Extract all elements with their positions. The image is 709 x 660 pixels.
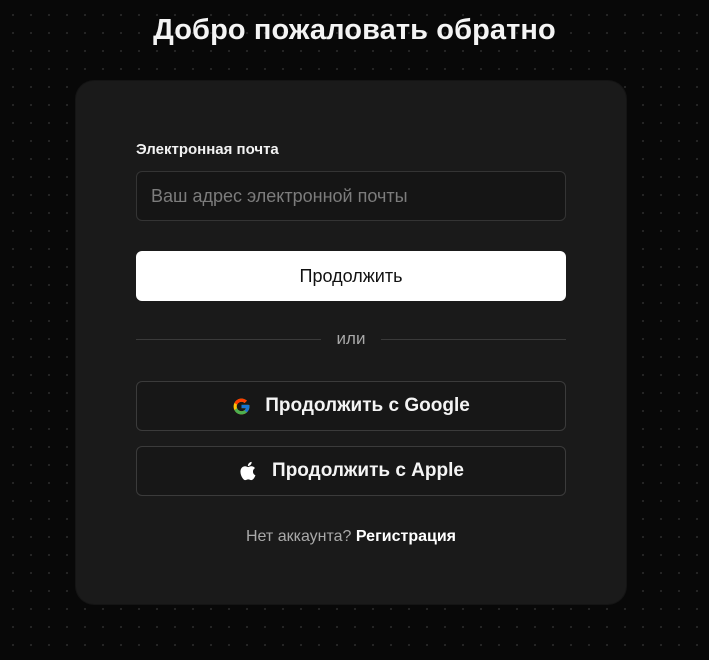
login-card: Электронная почта Продолжить или Продолж… — [76, 81, 626, 604]
signup-link[interactable]: Регистрация — [356, 528, 456, 545]
continue-button[interactable]: Продолжить — [136, 251, 566, 301]
divider-line-right — [381, 338, 567, 340]
apple-icon — [238, 460, 258, 482]
divider-text: или — [336, 329, 366, 348]
no-account-text: Нет аккаунта? — [246, 528, 352, 545]
signup-row: Нет аккаунта? Регистрация — [76, 528, 626, 546]
google-button-label: Продолжить с Google — [265, 395, 470, 416]
apple-button-label: Продолжить с Apple — [272, 460, 464, 481]
google-icon — [232, 397, 251, 416]
page-title: Добро пожаловать обратно — [153, 14, 556, 46]
google-signin-button[interactable]: Продолжить с Google — [136, 381, 566, 431]
divider-line-left — [136, 338, 321, 340]
apple-signin-button[interactable]: Продолжить с Apple — [136, 446, 566, 496]
divider: или — [136, 327, 567, 351]
email-input[interactable] — [136, 171, 566, 221]
email-label: Электронная почта — [136, 141, 279, 158]
